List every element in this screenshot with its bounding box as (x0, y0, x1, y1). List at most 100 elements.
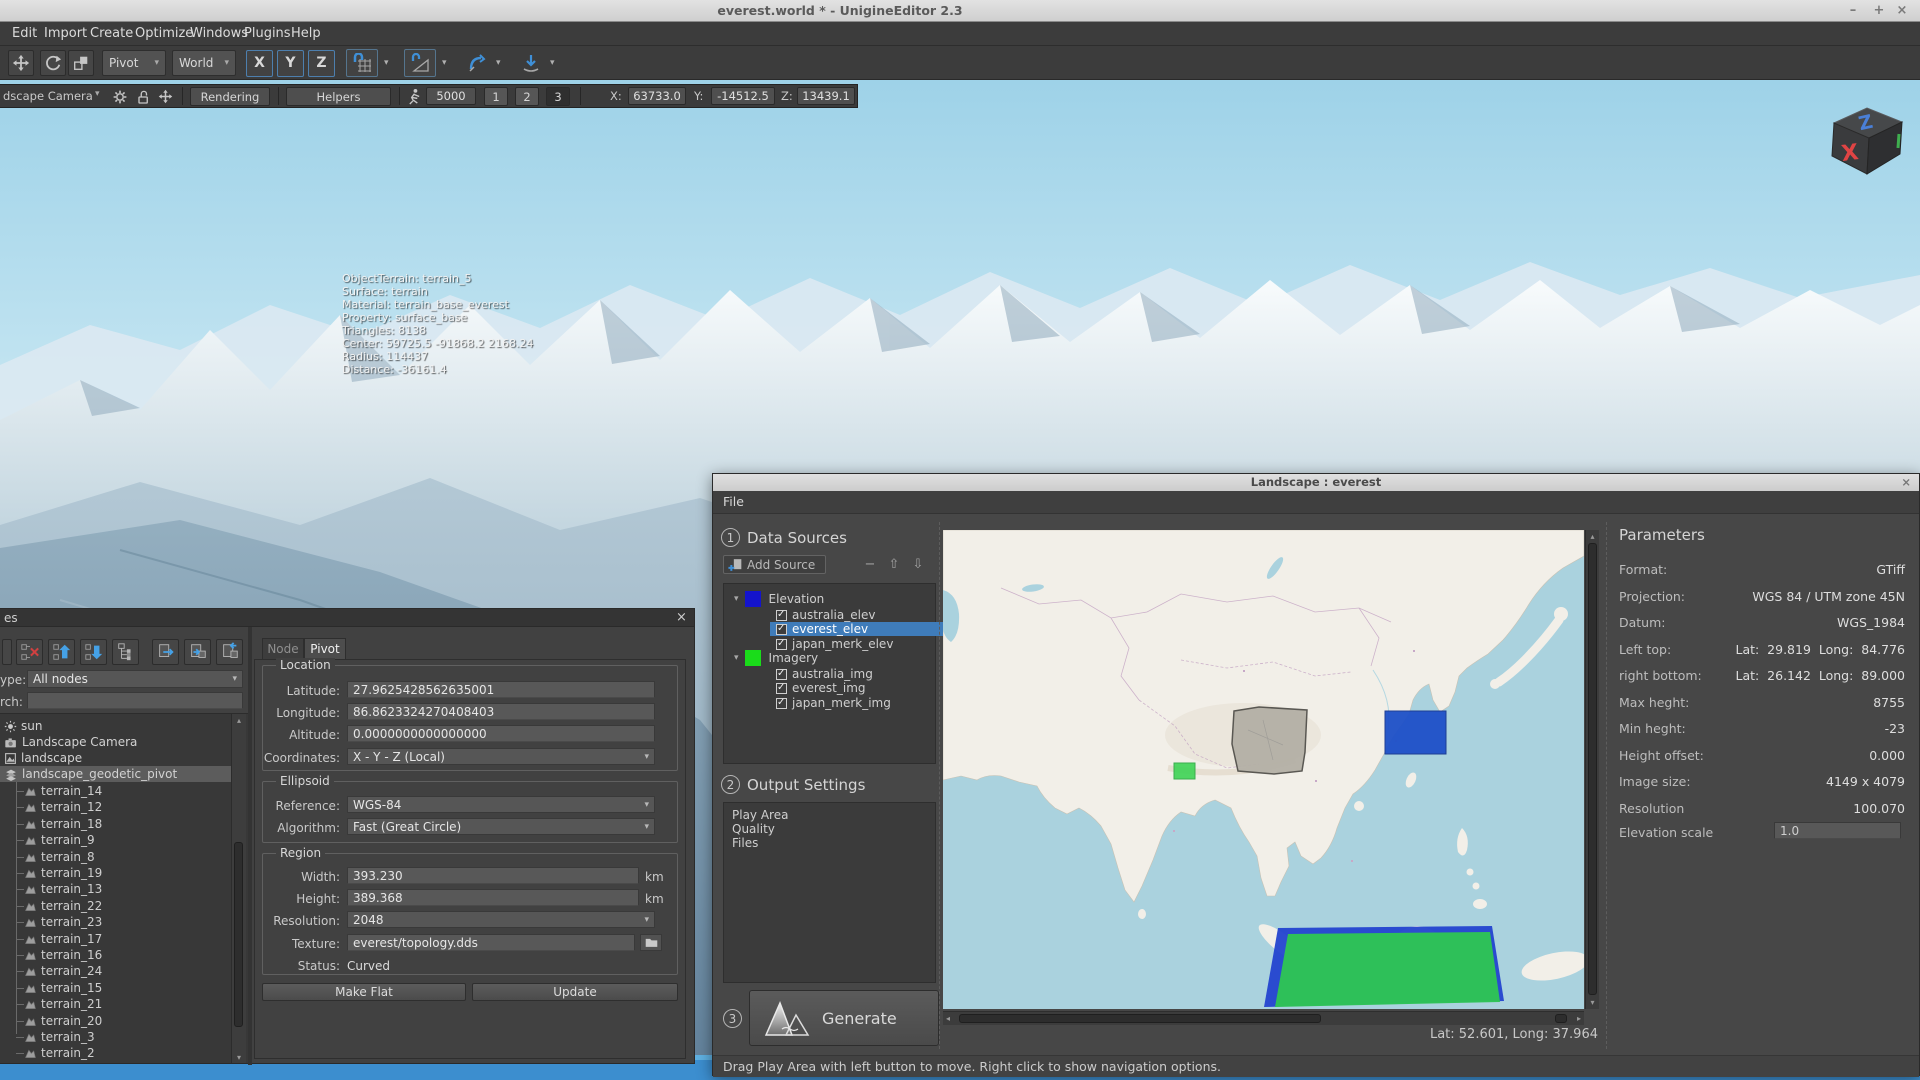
tree-node-terrain[interactable]: terrain_19 (15, 865, 102, 881)
output-item-quality[interactable]: Quality (732, 822, 775, 836)
tab-node[interactable]: Node (262, 638, 304, 659)
coordinates-dropdown[interactable]: X - Y - Z (Local) ▾ (347, 748, 655, 765)
rotate-tool-button[interactable] (40, 50, 66, 76)
checkbox[interactable]: ✓ (776, 668, 787, 680)
node-tree-list[interactable]: sun Landscape Camera landscape landscape… (0, 713, 248, 1063)
tree-node-terrain[interactable]: terrain_18 (15, 816, 102, 832)
menu-file[interactable]: File (723, 494, 744, 509)
tree-item-everest-img[interactable]: ✓ everest_img (776, 681, 866, 695)
camera-dropdown[interactable]: dscape Camera (3, 89, 93, 103)
longitude-field[interactable] (347, 703, 655, 720)
axis-x-button[interactable]: X (246, 50, 273, 77)
resolution-dropdown[interactable]: 2048 ▾ (347, 911, 655, 928)
chevron-down-icon[interactable]: ▾ (550, 58, 555, 68)
chevron-down-icon[interactable]: ▾ (384, 58, 389, 68)
checkbox[interactable]: ✓ (776, 609, 787, 621)
position-x-field[interactable]: 63733.0 (628, 87, 686, 105)
tree-node-terrain[interactable]: terrain_15 (15, 980, 102, 996)
tree-item-japan-merk-elev[interactable]: ✓ japan_merk_elev (776, 637, 893, 651)
rendering-button[interactable]: Rendering (190, 87, 270, 106)
expander-icon[interactable]: ▾ (734, 651, 739, 665)
axis-y-button[interactable]: Y (277, 50, 304, 77)
camera-settings-gear-icon[interactable] (112, 89, 128, 105)
dialog-titlebar[interactable]: Landscape : everest × (713, 474, 1919, 491)
close-icon[interactable]: × (1901, 474, 1911, 491)
export-node-button[interactable] (184, 639, 211, 665)
tree-node-terrain[interactable]: terrain_23 (15, 914, 102, 930)
menu-help[interactable]: Help (285, 25, 327, 42)
output-settings-list[interactable]: Play Area Quality Files (723, 802, 936, 983)
map-view[interactable] (943, 530, 1584, 1009)
tree-item-japan-merk-img[interactable]: ✓ japan_merk_img (776, 696, 891, 710)
add-source-button[interactable]: Add Source (723, 555, 826, 574)
camera-lock-icon[interactable] (136, 89, 151, 105)
output-item-files[interactable]: Files (732, 836, 758, 850)
camera-speed-field[interactable]: 5000 (426, 87, 476, 105)
scrollbar-thumb[interactable] (959, 1014, 1321, 1023)
region-width-field[interactable] (347, 867, 639, 884)
move-tool-button[interactable] (8, 50, 34, 76)
panel-splitter[interactable] (248, 627, 252, 1065)
scroll-up-icon[interactable]: ▴ (232, 716, 246, 725)
position-z-field[interactable]: 13439.1 (797, 87, 855, 105)
nodes-panel-header[interactable]: es × (0, 609, 694, 627)
move-node-up-button[interactable] (48, 639, 75, 665)
chevron-down-icon[interactable]: ▾ (496, 58, 501, 68)
checkbox[interactable]: ✓ (776, 638, 787, 650)
tree-node-terrain[interactable]: terrain_2 (16, 1045, 95, 1061)
remove-source-button[interactable]: − (861, 557, 879, 573)
close-button[interactable]: × (1893, 2, 1911, 20)
clone-node-button[interactable] (152, 639, 179, 665)
snap-pivot-button[interactable] (464, 50, 490, 76)
search-input[interactable] (27, 692, 243, 709)
pivot-mode-dropdown[interactable]: Pivot ▾ (102, 50, 166, 76)
speed-preset-2-button[interactable]: 2 (515, 87, 539, 106)
chevron-down-icon[interactable]: ▾ (442, 58, 447, 68)
update-button[interactable]: Update (472, 983, 678, 1001)
scroll-right-icon[interactable]: ▸ (1577, 1014, 1581, 1023)
checkbox[interactable]: ✓ (776, 623, 787, 635)
australia-imagery-overlay[interactable] (1275, 932, 1500, 1007)
tree-node-terrain[interactable]: terrain_14 (15, 783, 102, 799)
camera-move-icon[interactable] (158, 89, 173, 104)
tree-node-terrain[interactable]: terrain_21 (15, 996, 102, 1012)
tree-node-terrain[interactable]: terrain_12 (15, 799, 102, 815)
tree-group-imagery[interactable]: ▾ Imagery (734, 650, 818, 666)
elevation-scale-field[interactable] (1774, 822, 1901, 839)
tree-node-terrain[interactable]: terrain_20 (15, 1013, 102, 1029)
scrollbar-thumb[interactable] (1588, 543, 1597, 995)
tree-item-australia-img[interactable]: ✓ australia_img (776, 667, 873, 681)
snap-angle-button[interactable] (404, 49, 436, 77)
scrollbar-nub[interactable] (1555, 1014, 1567, 1023)
scroll-down-icon[interactable]: ▾ (1586, 998, 1599, 1007)
tree-node-landscape-camera[interactable]: Landscape Camera (4, 734, 137, 750)
delete-node-button[interactable] (16, 639, 43, 665)
data-sources-tree[interactable]: ▾ Elevation ✓ australia_elev ✓ everest_e… (723, 583, 945, 764)
maximize-button[interactable]: + (1870, 2, 1888, 20)
altitude-field[interactable] (347, 725, 655, 742)
map-horizontal-scrollbar[interactable]: ◂ ▸ (943, 1011, 1584, 1025)
texture-browse-button[interactable] (640, 934, 662, 951)
tree-node-terrain[interactable]: terrain_22 (15, 898, 102, 914)
tree-node-terrain[interactable]: terrain_3 (16, 1029, 95, 1045)
tree-group-elevation[interactable]: ▾ Elevation (734, 591, 824, 607)
region-height-field[interactable] (347, 889, 639, 906)
everest-imagery-overlay[interactable] (1173, 762, 1196, 780)
move-source-down-button[interactable]: ⇩ (909, 557, 927, 573)
generate-button[interactable]: Generate (749, 990, 939, 1046)
reference-dropdown[interactable]: WGS-84 ▾ (347, 796, 655, 813)
map-vertical-scrollbar[interactable]: ▴ ▾ (1585, 530, 1599, 1009)
snap-grid-button[interactable] (346, 49, 378, 77)
tree-item-everest-elev[interactable]: ✓ everest_elev (770, 622, 945, 636)
import-node-button[interactable] (216, 639, 243, 665)
play-area-overlay[interactable] (1231, 706, 1308, 775)
texture-field[interactable] (347, 934, 635, 951)
close-icon[interactable]: × (676, 610, 687, 625)
add-node-button[interactable] (2, 639, 12, 665)
algorithm-dropdown[interactable]: Fast (Great Circle) ▾ (347, 818, 655, 835)
latitude-field[interactable] (347, 681, 655, 698)
scroll-down-icon[interactable]: ▾ (232, 1053, 246, 1062)
space-mode-dropdown[interactable]: World ▾ (172, 50, 236, 76)
scroll-up-icon[interactable]: ▴ (1586, 532, 1599, 541)
tree-node-landscape-geodetic-pivot[interactable]: landscape_geodetic_pivot (0, 766, 232, 782)
